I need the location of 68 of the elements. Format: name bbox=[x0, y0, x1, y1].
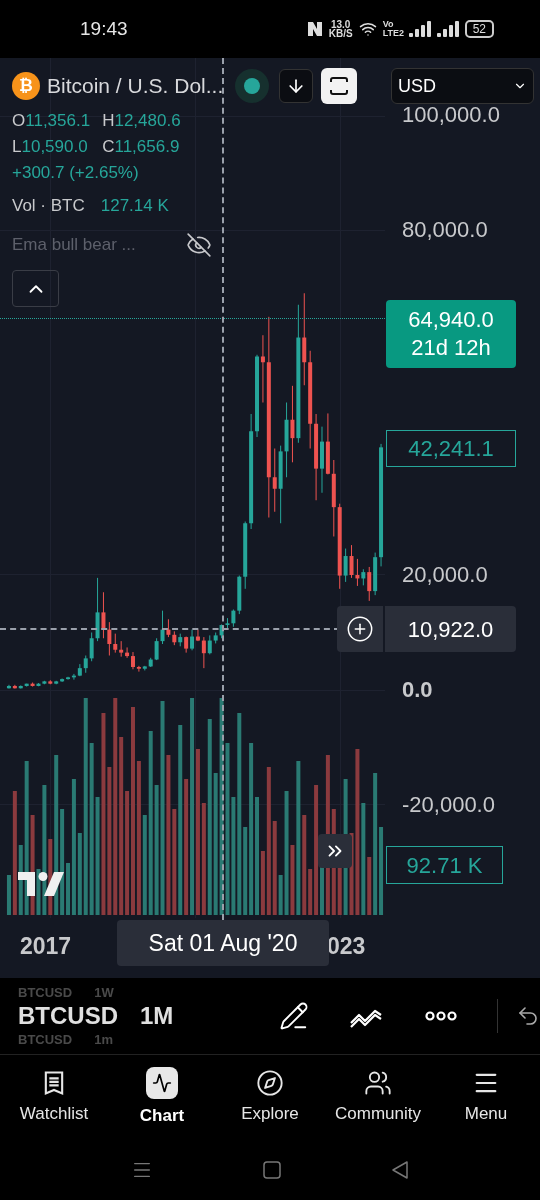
plus-icon bbox=[346, 615, 374, 643]
price-axis-label: 100,000.0 bbox=[402, 102, 500, 128]
undo-icon[interactable] bbox=[516, 1004, 540, 1028]
candlestick bbox=[89, 632, 94, 662]
ohlc-value: O11,356.1 bbox=[12, 110, 91, 132]
clock-time: 19:43 bbox=[80, 16, 128, 41]
nav-tab[interactable]: Community bbox=[324, 1068, 432, 1127]
last-price: 64,940.0 bbox=[408, 306, 494, 334]
wifi-icon bbox=[358, 20, 377, 38]
candlestick bbox=[160, 610, 165, 645]
price-change: +300.7 (+2.65%) bbox=[12, 162, 140, 184]
candlestick bbox=[195, 629, 200, 642]
crosshair-date-label: Sat 01 Aug '20 bbox=[117, 920, 329, 966]
scroll-right-button[interactable] bbox=[318, 834, 352, 868]
volume-price-marker: 92.71 K bbox=[386, 846, 503, 884]
candlestick bbox=[349, 544, 354, 579]
candlestick bbox=[272, 448, 277, 513]
ohlc-value: L10,590.0 bbox=[12, 136, 89, 158]
chart-icon bbox=[146, 1066, 178, 1099]
eye-off-icon[interactable] bbox=[186, 232, 212, 258]
current-price-marker: 42,241.1 bbox=[386, 430, 516, 467]
price-axis-label: 0.0 bbox=[402, 677, 433, 703]
candlestick bbox=[290, 385, 295, 463]
more-icon[interactable] bbox=[425, 1010, 457, 1022]
candlestick bbox=[367, 566, 372, 602]
price-axis-label: 20,000.0 bbox=[402, 562, 488, 588]
candlestick bbox=[343, 548, 348, 583]
volume-label: Vol · BTC bbox=[12, 195, 85, 217]
home-icon[interactable] bbox=[263, 1161, 281, 1179]
nav-tab[interactable]: Menu bbox=[432, 1068, 540, 1127]
candlestick bbox=[113, 633, 118, 654]
candlestick bbox=[201, 636, 206, 669]
currency-dropdown[interactable]: USD bbox=[391, 68, 534, 104]
ohlc-value: C11,656.9 bbox=[102, 136, 181, 158]
candlestick bbox=[207, 634, 212, 655]
price-axis-label: -20,000.0 bbox=[402, 792, 495, 818]
candlestick bbox=[136, 665, 141, 673]
ohlc-value: H12,480.6 bbox=[102, 110, 181, 132]
signal-icon bbox=[436, 21, 459, 37]
back-icon[interactable] bbox=[391, 1160, 409, 1180]
candlestick bbox=[190, 629, 195, 651]
nav-tab[interactable]: Explore bbox=[216, 1068, 324, 1127]
time-axis-label: 2017 bbox=[20, 932, 72, 961]
collapse-button[interactable] bbox=[12, 270, 59, 307]
add-alert-button[interactable] bbox=[337, 606, 383, 652]
candlestick bbox=[101, 591, 106, 639]
frame-icon bbox=[328, 76, 351, 96]
battery-indicator: 52 bbox=[464, 20, 494, 38]
bar-countdown: 21d 12h bbox=[411, 334, 491, 362]
network-type: Vo LTE2 bbox=[382, 20, 403, 38]
volume-value: 127.14 K bbox=[100, 195, 169, 217]
download-button[interactable] bbox=[279, 69, 314, 103]
scan-button[interactable] bbox=[321, 68, 358, 104]
price-axis-label: 80,000.0 bbox=[402, 217, 488, 243]
crosshair-price-label: 10,922.0 bbox=[385, 606, 516, 652]
nav-tab[interactable]: Chart bbox=[108, 1066, 216, 1129]
candlestick bbox=[107, 621, 112, 656]
logo-icon bbox=[18, 872, 64, 896]
symbol-interval-option[interactable]: BTCUSD 1M bbox=[18, 1002, 174, 1030]
compass-icon bbox=[256, 1068, 284, 1097]
pencil-icon[interactable] bbox=[279, 1001, 309, 1031]
bitcoin-logo: ₿ bbox=[12, 72, 40, 100]
network-speed: 13.0 KB/S bbox=[328, 20, 353, 38]
signal-icon bbox=[408, 21, 431, 37]
nav-tab[interactable]: Watchlist bbox=[0, 1068, 108, 1127]
time-axis-label: 023 bbox=[327, 932, 366, 961]
nfc-icon bbox=[306, 21, 323, 37]
symbol-title[interactable]: Bitcoin / U.S. Dol... bbox=[47, 70, 224, 102]
